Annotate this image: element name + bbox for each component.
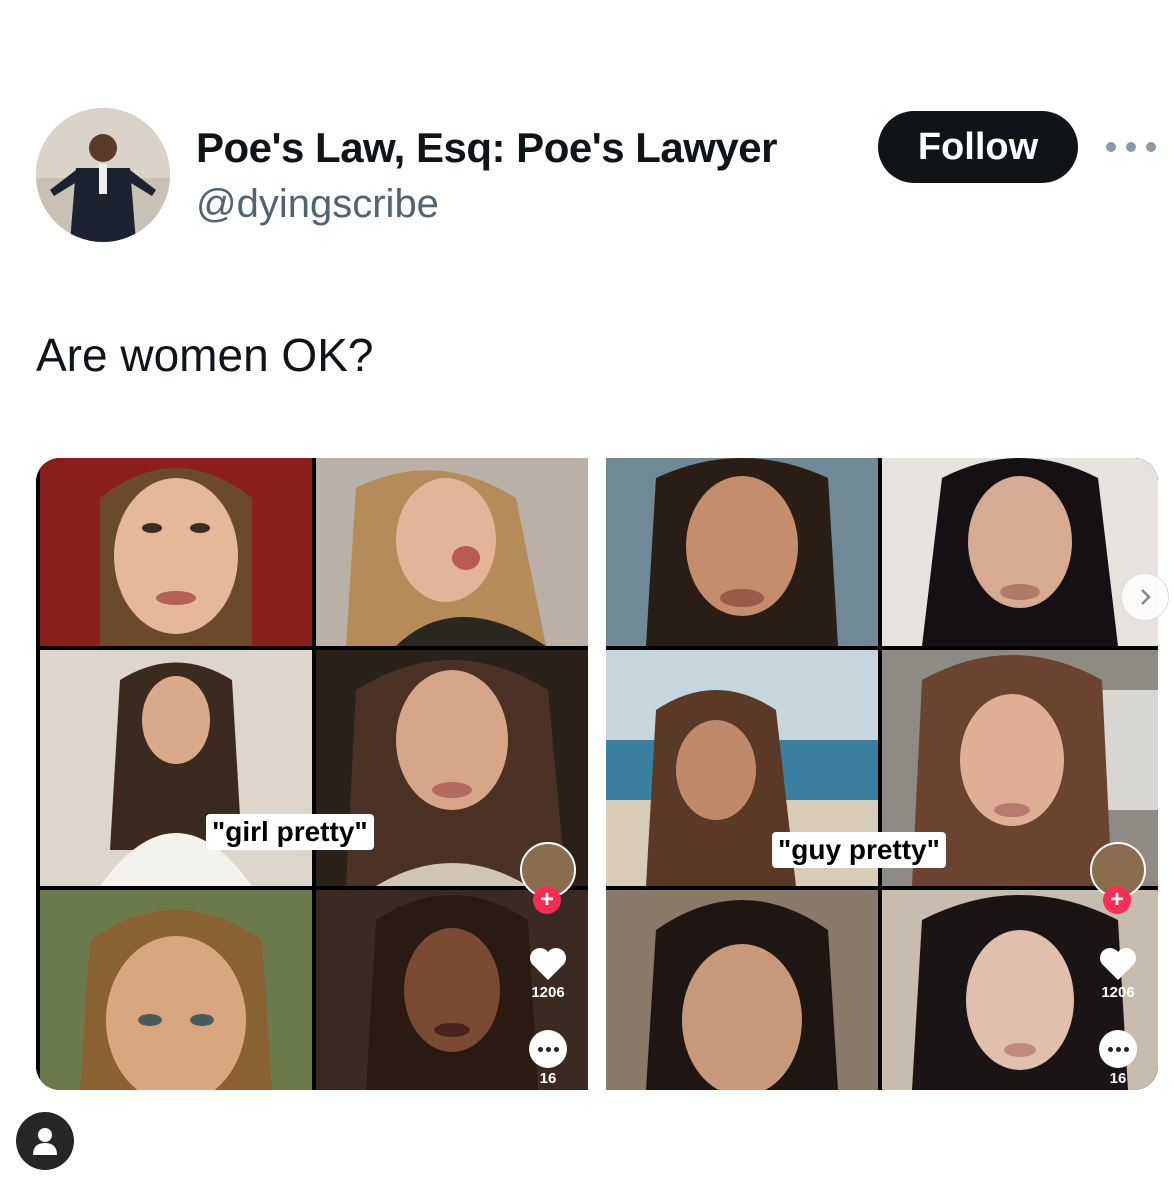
author-avatar[interactable] — [36, 108, 170, 242]
photo-cell — [606, 458, 878, 646]
avatar-image — [36, 108, 170, 242]
like-count: 1206 — [531, 984, 565, 1001]
panel-divider — [588, 458, 606, 1090]
photo-cell — [40, 890, 312, 1090]
photo-cell — [882, 458, 1158, 646]
follow-button[interactable]: Follow — [878, 111, 1078, 183]
comment-icon[interactable] — [1099, 1030, 1137, 1068]
caption-guy-pretty: "guy pretty" — [772, 832, 946, 868]
chevron-right-icon[interactable] — [1121, 573, 1169, 621]
tweet-text: Are women OK? — [36, 329, 374, 381]
photo-cell — [40, 650, 312, 886]
photo-cell — [40, 458, 312, 646]
heart-icon[interactable] — [528, 946, 568, 982]
author-handle[interactable]: @dyingscribe — [196, 182, 439, 227]
plus-icon[interactable]: + — [533, 886, 561, 914]
photo-cell — [606, 890, 878, 1090]
comment-count: 16 — [539, 1070, 557, 1087]
comment-icon[interactable] — [529, 1030, 567, 1068]
more-dots-icon[interactable] — [1106, 134, 1156, 160]
tweet-media[interactable]: "girl pretty" + 1206 16 "guy pretty" + 1… — [36, 458, 1158, 1090]
media-right-panel[interactable]: "guy pretty" + 1206 16 — [606, 458, 1158, 1090]
plus-icon[interactable]: + — [1103, 886, 1131, 914]
heart-icon[interactable] — [1098, 946, 1138, 982]
user-icon[interactable] — [16, 1112, 74, 1170]
author-display-name[interactable]: Poe's Law, Esq: Poe's Lawyer — [196, 124, 777, 172]
caption-girl-pretty: "girl pretty" — [206, 814, 374, 850]
comment-count: 16 — [1109, 1070, 1127, 1087]
media-left-panel[interactable]: "girl pretty" + 1206 16 — [36, 458, 588, 1090]
like-count: 1206 — [1101, 984, 1135, 1001]
photo-cell — [316, 458, 588, 646]
